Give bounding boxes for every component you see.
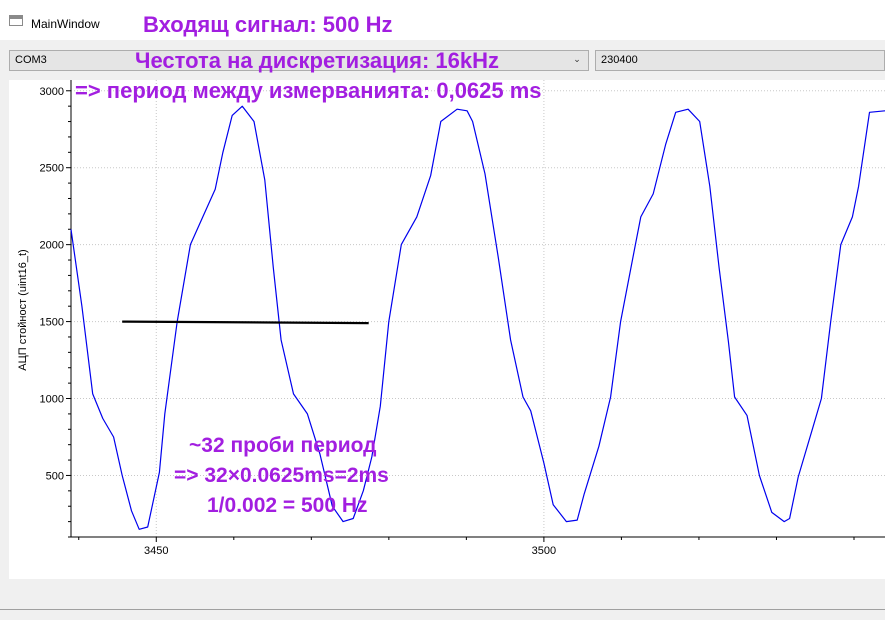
annotation-sample-rate: Честота на дискретизация: 16kHz bbox=[135, 48, 499, 73]
y-tick-label: 2500 bbox=[40, 163, 64, 175]
annotation-input-signal: Входящ сигнал: 500 Hz bbox=[143, 12, 393, 37]
y-tick-label: 2000 bbox=[40, 240, 64, 252]
y-tick-label: 1000 bbox=[40, 394, 64, 406]
period-marker-line bbox=[122, 320, 369, 325]
x-tick-label: 3500 bbox=[532, 545, 556, 557]
y-tick-label: 500 bbox=[46, 470, 64, 482]
annotation-sample-period: => период между измерванията: 0,0625 ms bbox=[75, 78, 542, 103]
x-tick-label: 3450 bbox=[144, 545, 168, 557]
y-tick-label: 1500 bbox=[40, 317, 64, 329]
annotation-period-calc: => 32×0.0625ms=2ms bbox=[174, 464, 389, 487]
chart-axes: 500 1000 1500 2000 2500 3000 3450 3500 bbox=[40, 80, 885, 557]
annotation-frequency-calc: 1/0.002 = 500 Hz bbox=[207, 494, 368, 517]
y-tick-label: 3000 bbox=[40, 86, 64, 98]
status-bar-divider bbox=[0, 609, 885, 610]
annotation-samples-per-period: ~32 проби период bbox=[189, 434, 377, 457]
y-axis-label: АЦП стойност (uint16_t) bbox=[17, 249, 29, 370]
